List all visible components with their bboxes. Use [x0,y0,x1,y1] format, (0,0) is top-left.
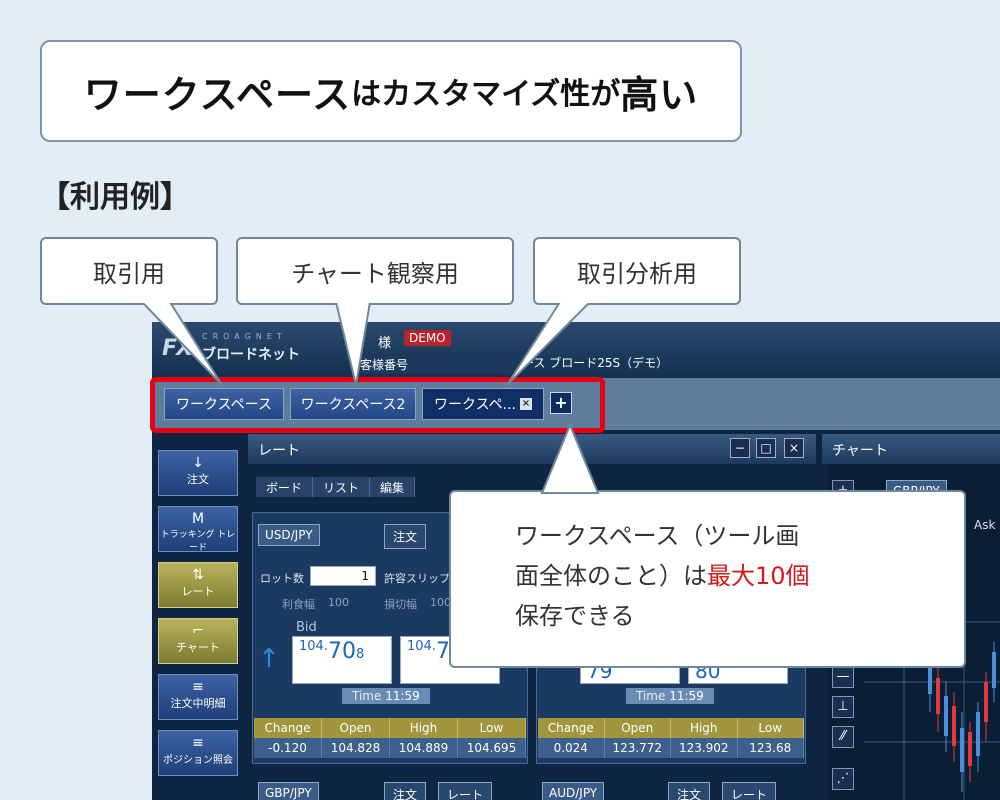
callout-tails [139,297,600,494]
